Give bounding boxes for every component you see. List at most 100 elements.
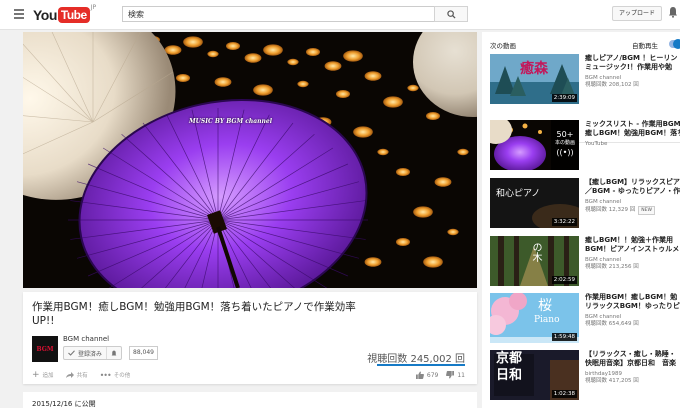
video-duration: 1:02:38 bbox=[551, 390, 577, 398]
thumbnail-text: の木 bbox=[530, 242, 541, 262]
guide-menu-button[interactable] bbox=[14, 9, 24, 19]
lantern-light bbox=[343, 50, 363, 62]
video-duration: 3:32:22 bbox=[551, 218, 577, 226]
more-label: その他 bbox=[113, 373, 131, 379]
channel-avatar[interactable]: BGM bbox=[32, 336, 58, 362]
youtube-logo[interactable]: You Tube JP bbox=[33, 4, 97, 24]
video-title-line: 癒しピアノ/BGM ！ヒーリン bbox=[585, 54, 678, 62]
action-bar: + 追加 共有 ••• その他 bbox=[32, 370, 130, 380]
video-watermark: MUSIC BY BGM channel bbox=[189, 118, 272, 125]
video-title-line: 癒しBGM！勉強用BGM！落ち bbox=[585, 129, 680, 137]
recommended-video[interactable]: 京都 日和 1:02:38 【リラックス・癒し・熟睡・ 快眠用音楽】京都日和 音… bbox=[490, 350, 680, 402]
search-input[interactable] bbox=[122, 6, 434, 22]
channel-name: BGM channel bbox=[585, 257, 622, 263]
video-thumbnail: 和心ピアノ 3:32:22 bbox=[490, 178, 579, 228]
logo-region: JP bbox=[90, 4, 97, 11]
lantern-light bbox=[244, 53, 262, 63]
lantern-light bbox=[426, 112, 440, 120]
subscriber-count: 88,049 bbox=[129, 346, 158, 360]
view-count: 視聴回数 654,649 回 bbox=[585, 321, 639, 327]
upload-button[interactable]: アップロード bbox=[612, 6, 663, 21]
recommended-video[interactable]: の木 2:02:59 癒しBGM！！勉強＋作業用 BGM！ピアノインストゥルメ … bbox=[490, 236, 680, 288]
video-title: 【癒しBGM】リラックスピア ／BGM - ゆったりピアノ・作 bbox=[585, 178, 680, 196]
video-title-line: 作業用BGM！癒しBGM！勉強用BGM！落ち着いたピアノで作業効率 bbox=[32, 301, 356, 313]
more-dots-icon: ••• bbox=[99, 370, 112, 380]
video-player[interactable]: MUSIC BY BGM channel bbox=[23, 32, 477, 288]
video-duration: 2:02:59 bbox=[551, 276, 577, 284]
channel-name: BGM channel bbox=[585, 199, 622, 205]
view-count: 視聴回数 12,329 回 NEW bbox=[585, 206, 655, 215]
thumbnail-text: 京都 bbox=[496, 351, 523, 366]
recommended-mix[interactable]: 50+ 本の動画 ((•)) ミックスリスト - 作業用BGM 癒しBGM！勉強… bbox=[490, 120, 680, 172]
autoplay-label: 自動再生 bbox=[632, 42, 658, 50]
more-actions-button[interactable]: ••• その他 bbox=[100, 371, 131, 380]
recommended-video[interactable]: 和心ピアノ 3:32:22 【癒しBGM】リラックスピア ／BGM - ゆったり… bbox=[490, 178, 680, 230]
thumbnail-text: 和心ピアノ bbox=[496, 189, 541, 199]
video-title-line: 癒しBGM！！勉強＋作業用 bbox=[585, 236, 674, 244]
thumbs-down-icon bbox=[446, 371, 455, 379]
like-button[interactable]: 679 bbox=[415, 371, 438, 379]
lantern-light bbox=[176, 74, 190, 82]
menu-icon-bar bbox=[14, 17, 24, 19]
lantern-light bbox=[353, 126, 373, 138]
search-bar bbox=[122, 6, 468, 22]
subscribe-button[interactable]: 登録済み bbox=[63, 346, 123, 360]
lantern-light bbox=[407, 84, 419, 92]
bell-icon bbox=[111, 350, 117, 356]
notifications-bell-icon[interactable] bbox=[668, 6, 678, 21]
lantern-light bbox=[413, 206, 433, 218]
search-button[interactable] bbox=[434, 6, 468, 22]
video-title: 作業用BGM！癒しBGM！勉強用BGM！落ち着いたピアノで作業効率 UP!! bbox=[32, 300, 372, 328]
lantern-light bbox=[214, 77, 232, 87]
thumbnail-subtext: Piano bbox=[534, 315, 560, 325]
lantern-light bbox=[226, 42, 240, 50]
lantern-light bbox=[336, 90, 350, 98]
menu-icon-bar bbox=[14, 13, 24, 15]
view-count-text: 視聴回数 12,329 回 bbox=[585, 207, 636, 213]
subscribed-state: 登録済み bbox=[64, 347, 106, 359]
video-thumbnail: 京都 日和 1:02:38 bbox=[490, 350, 579, 400]
view-count: 視聴回数 245,002 回 bbox=[367, 354, 465, 365]
thumbs-up-icon bbox=[415, 371, 424, 379]
watch-sidebar: 次の動画 自動再生 癒森 2:39:09 癒しピアノ/BGM ！ヒーリン ミュー… bbox=[482, 32, 680, 408]
publish-date: 2015/12/16 に公開 bbox=[32, 400, 96, 408]
video-title: 癒しピアノ/BGM ！ヒーリン ミュージック!！作業用や勉 bbox=[585, 54, 680, 72]
lantern-light bbox=[396, 168, 410, 176]
subscribed-label: 登録済み bbox=[78, 350, 103, 358]
video-title-line: 【リラックス・癒し・熟睡・ bbox=[585, 350, 676, 358]
video-title-line: ／BGM - ゆったりピアノ・作 bbox=[585, 187, 680, 195]
mix-radio-icon: ((•)) bbox=[556, 148, 574, 157]
channel-name: BGM channel bbox=[585, 314, 622, 320]
video-duration: 2:39:09 bbox=[551, 94, 577, 102]
add-to-button[interactable]: + 追加 bbox=[32, 370, 54, 380]
lantern-light bbox=[377, 148, 389, 156]
channel-name: BGM channel bbox=[585, 75, 622, 81]
checkmark-icon bbox=[68, 350, 75, 356]
recommended-video[interactable]: 癒森 2:39:09 癒しピアノ/BGM ！ヒーリン ミュージック!！作業用や勉… bbox=[490, 54, 680, 106]
plus-icon: + bbox=[32, 370, 40, 380]
share-icon bbox=[65, 372, 74, 378]
description-card: 2015/12/16 に公開 bbox=[23, 392, 477, 408]
lantern-light bbox=[183, 36, 203, 48]
video-thumbnail: の木 2:02:59 bbox=[490, 236, 579, 286]
video-duration: 1:59:48 bbox=[551, 333, 577, 341]
thumbnail-text: 桜 bbox=[538, 298, 552, 314]
channel-name-link[interactable]: BGM channel bbox=[63, 335, 109, 343]
video-thumbnail: 50+ 本の動画 ((•)) bbox=[490, 120, 579, 170]
up-next-heading: 次の動画 bbox=[490, 42, 516, 50]
lantern-light bbox=[364, 71, 382, 81]
share-button[interactable]: 共有 bbox=[65, 371, 88, 379]
playlist-label: 本の動画 bbox=[554, 140, 575, 146]
lantern-light bbox=[447, 228, 459, 236]
recommended-video[interactable]: 桜 Piano 1:59:48 作業用BGM！癒しBGM！勉 リラックスBGM！… bbox=[490, 293, 680, 345]
video-title-line: ミュージック!！作業用や勉 bbox=[585, 63, 673, 71]
autoplay-toggle[interactable] bbox=[669, 39, 680, 49]
add-label: 追加 bbox=[42, 373, 54, 379]
notification-settings-button[interactable] bbox=[106, 347, 121, 359]
share-label: 共有 bbox=[76, 373, 88, 379]
dislike-button[interactable]: 11 bbox=[446, 371, 465, 379]
lantern-light bbox=[457, 148, 469, 156]
thumbnail-text: 癒森 bbox=[520, 61, 548, 77]
view-count: 視聴回数 213,256 回 bbox=[585, 264, 639, 270]
thumbnail-subtext: 日和 bbox=[496, 368, 523, 383]
